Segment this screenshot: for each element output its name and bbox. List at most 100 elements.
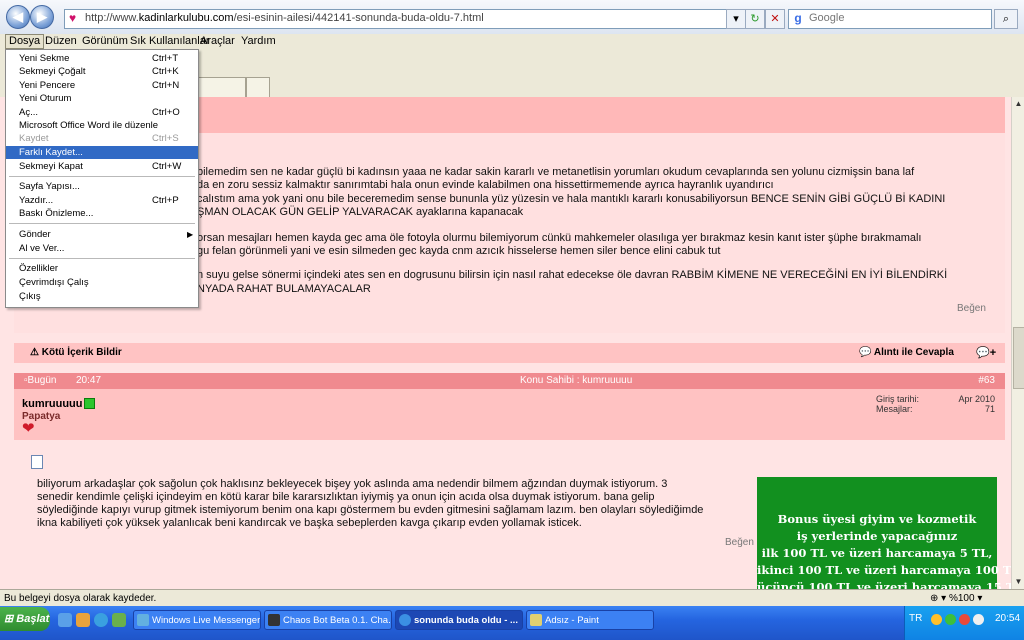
back-button[interactable]: ◀: [6, 5, 30, 29]
menu-item-properties[interactable]: Özellikler: [6, 262, 198, 275]
tray-icon[interactable]: [931, 614, 942, 625]
search-input[interactable]: g Google: [788, 9, 992, 29]
username-link[interactable]: kumruuuuu: [22, 398, 83, 410]
like-link[interactable]: Beğen: [957, 303, 986, 314]
menu-item-shortcut: Ctrl+K: [152, 66, 179, 77]
vertical-scrollbar[interactable]: ▲ ▼: [1011, 97, 1024, 589]
browser-tab[interactable]: [198, 77, 246, 99]
quote-reply-label: Alıntı ile Cevapla: [873, 347, 954, 358]
menu-item-open[interactable]: Aç... Ctrl+O: [6, 106, 198, 119]
submenu-arrow-icon: ▶: [187, 230, 194, 239]
menu-item-exit[interactable]: Çıkış: [6, 290, 198, 303]
forward-button[interactable]: ▶: [30, 5, 54, 29]
ad-line: ikinci 100 TL ve üzeri harcamaya 100 TL,: [757, 563, 1011, 577]
security-tray-icon[interactable]: [959, 614, 970, 625]
menu-item-label: Yeni Oturum: [19, 93, 72, 104]
menu-help[interactable]: Yardım: [238, 35, 279, 48]
multi-quote-label: +: [989, 347, 997, 359]
post-number-link[interactable]: #63: [978, 375, 995, 386]
menu-item-page-setup[interactable]: Sayfa Yapısı...: [6, 180, 198, 193]
post-count-label: Mesajlar:: [876, 404, 913, 414]
post-text-line: bilemedim sen ne kadar güçlü bi kadınsın…: [197, 166, 915, 178]
address-bar[interactable]: ♥ http://www.kadinlarkulubu.com/esi-esin…: [64, 9, 742, 29]
menu-item-shortcut: Ctrl+P: [152, 195, 179, 206]
menu-item-new-window[interactable]: Yeni Pencere Ctrl+N: [6, 79, 198, 92]
menu-edit[interactable]: Düzen: [42, 35, 80, 48]
menu-item-print[interactable]: Yazdır... Ctrl+P: [6, 194, 198, 207]
menu-item-label: Çevrimdışı Çalış: [19, 277, 89, 288]
menu-item-import-export[interactable]: Al ve Ver...: [6, 242, 198, 255]
bonus-ad-banner[interactable]: Bonus üyesi giyim ve kozmetik iş yerleri…: [757, 477, 1011, 589]
url-prefix: http://www.: [85, 12, 139, 24]
user-info-row: kumruuuuu Papatya ❤ Giriş tarihi: Apr 20…: [14, 389, 1005, 440]
menu-item-label: Microsoft Office Word ile düzenle: [19, 120, 159, 131]
post-text-line: senedir kendimle çelişki içindeyim en kö…: [37, 491, 655, 503]
menu-item-label: Aç...: [19, 107, 39, 118]
menu-item-new-session[interactable]: Yeni Oturum: [6, 92, 198, 105]
show-desktop-icon[interactable]: [58, 613, 72, 627]
post-text-line: gu felan görünmeli yani ve esin silmeden…: [197, 245, 721, 257]
scroll-down-icon[interactable]: ▼: [1013, 576, 1024, 588]
quote-reply-button[interactable]: 💬 Alıntı ile Cevapla: [859, 347, 954, 358]
internet-explorer-icon[interactable]: [94, 613, 108, 627]
scroll-thumb[interactable]: [1013, 327, 1024, 389]
post-meta-bar: ▫Bugün 20:47 Konu Sahibi : kumruuuuu #63: [14, 373, 1005, 389]
messenger-tray-icon[interactable]: [945, 614, 956, 625]
address-dropdown-icon[interactable]: ▾: [726, 9, 746, 29]
taskbar-item-label: Chaos Bot Beta 0.1. Cha...: [283, 615, 392, 626]
quicklaunch-icon[interactable]: [76, 613, 90, 627]
post-date: ▫Bugün: [24, 375, 57, 386]
post-time: 20:47: [76, 375, 102, 386]
menu-item-edit-with-word[interactable]: Microsoft Office Word ile düzenle: [6, 119, 198, 132]
search-icon[interactable]: ⌕: [994, 9, 1018, 29]
volume-tray-icon[interactable]: [973, 614, 984, 625]
start-button[interactable]: ⊞ Başlat: [0, 607, 50, 631]
rank-heart-icon: ❤: [22, 420, 35, 437]
new-tab-button[interactable]: [246, 77, 270, 99]
site-favicon-icon: ♥: [69, 11, 77, 25]
taskbar-item-browser[interactable]: sonunda buda oldu - ...: [395, 610, 523, 630]
menu-item-send[interactable]: Gönder ▶: [6, 228, 198, 241]
menu-item-label: Al ve Ver...: [19, 243, 65, 254]
document-icon: [31, 455, 43, 469]
menu-item-duplicate-tab[interactable]: Sekmeyi Çoğalt Ctrl+K: [6, 65, 198, 78]
menu-item-label: Baskı Önizleme...: [19, 208, 94, 219]
post-text-line: n suyu gelse sönermi içindeki ates sen e…: [197, 269, 948, 281]
taskbar-item-paint[interactable]: Adsız - Paint: [526, 610, 654, 630]
menu-item-new-tab[interactable]: Yeni Sekme Ctrl+T: [6, 52, 198, 65]
menu-item-save-as[interactable]: Farklı Kaydet...: [6, 146, 198, 159]
status-bar: Bu belgeyi dosya olarak kaydeder. ⊕ ▾ %1…: [0, 589, 1024, 607]
menu-view[interactable]: Görünüm: [79, 35, 131, 48]
menu-bar: Dosya Düzen Görünüm Sık Kullanılanlar Ar…: [0, 34, 1024, 50]
menu-separator: [9, 258, 195, 259]
join-date-value: Apr 2010: [958, 394, 995, 404]
zoom-control[interactable]: ⊕ ▾ %100 ▾: [930, 593, 982, 604]
menu-file[interactable]: Dosya: [5, 34, 45, 49]
like-link[interactable]: Beğen: [725, 537, 754, 548]
language-indicator[interactable]: TR: [909, 613, 922, 624]
refresh-icon[interactable]: ↻: [745, 9, 765, 29]
address-toolbar: ◀ ▶ ♥ http://www.kadinlarkulubu.com/esi-…: [0, 0, 1024, 35]
taskbar-item-chaos-bot[interactable]: Chaos Bot Beta 0.1. Cha...: [264, 610, 392, 630]
menu-item-print-preview[interactable]: Baskı Önizleme...: [6, 207, 198, 220]
stop-icon[interactable]: ✕: [765, 9, 785, 29]
menu-item-work-offline[interactable]: Çevrimdışı Çalış: [6, 276, 198, 289]
menu-separator: [9, 223, 195, 224]
post-day: Bugün: [27, 375, 57, 386]
menu-item-label: Farklı Kaydet...: [19, 147, 83, 158]
menu-item-save: Kaydet Ctrl+S: [6, 132, 198, 145]
menu-item-close-tab[interactable]: Sekmeyi Kapat Ctrl+W: [6, 160, 198, 173]
system-tray: TR 20:54: [904, 606, 1024, 640]
taskbar-item-messenger[interactable]: Windows Live Messenger: [133, 610, 261, 630]
menu-tools[interactable]: Araçlar: [197, 35, 238, 48]
report-content-link[interactable]: ⚠ Kötü İçerik Bildir: [30, 347, 122, 358]
google-icon: g: [791, 11, 805, 25]
quicklaunch-icon[interactable]: [112, 613, 126, 627]
taskbar-item-label: sonunda buda oldu - ...: [414, 615, 518, 626]
paint-icon: [530, 614, 542, 626]
scroll-up-icon[interactable]: ▲: [1013, 98, 1024, 110]
menu-item-label: Kaydet: [19, 133, 49, 144]
multi-quote-icon[interactable]: 💬+: [976, 346, 996, 359]
menu-item-label: Yazdır...: [19, 195, 54, 206]
ad-line: Bonus üyesi giyim ve kozmetik: [777, 512, 977, 526]
